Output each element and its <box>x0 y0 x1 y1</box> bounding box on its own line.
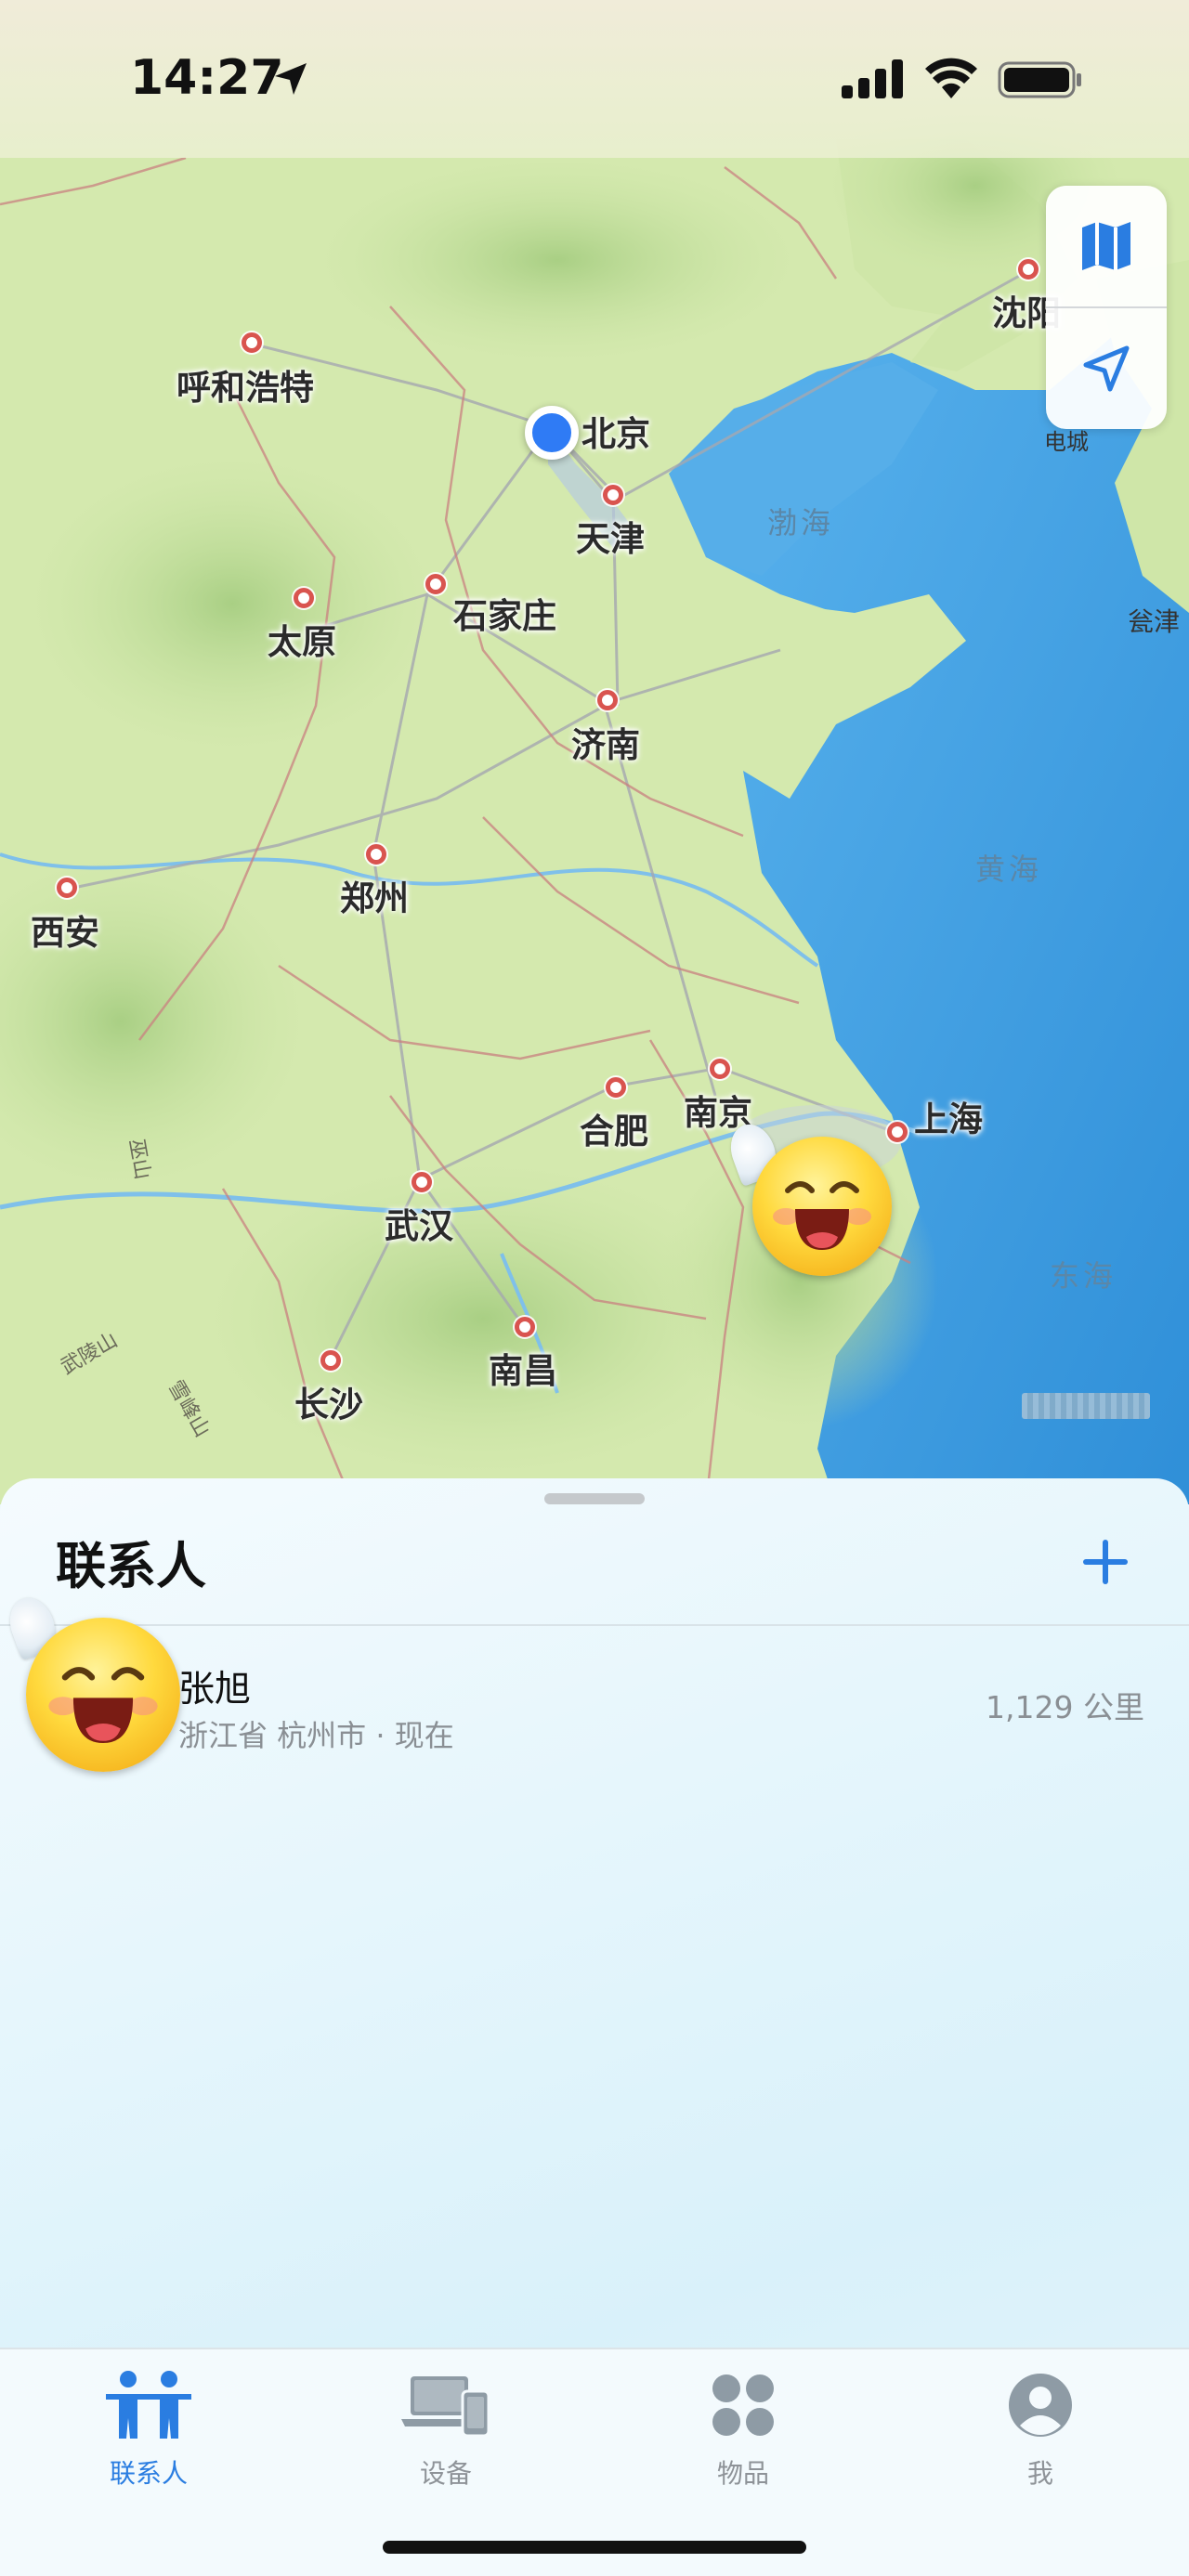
status-bar: 14:27 <box>0 0 1189 158</box>
person-location: 浙江省 杭州市 · 现在 <box>178 1718 454 1753</box>
city-marker-jinan[interactable] <box>597 690 618 710</box>
tab-label-me: 我 <box>1026 2458 1053 2489</box>
sea-label-huanghai: 黄海 <box>975 852 1043 887</box>
city-marker-changsha[interactable] <box>320 1350 341 1371</box>
tab-bar: 联系人 设备 物品 我 <box>0 2348 1189 2576</box>
city-marker-nanjing[interactable] <box>710 1059 730 1079</box>
battery-icon <box>998 61 1081 98</box>
city-marker-zhengzhou[interactable] <box>366 844 386 865</box>
city-marker-shijiazhuang[interactable] <box>425 574 446 594</box>
tab-label-devices: 设备 <box>419 2458 472 2489</box>
sheet-title: 联系人 <box>56 1537 206 1595</box>
map-attribution <box>1022 1393 1150 1419</box>
city-label-zhengzhou: 郑州 <box>340 878 409 918</box>
location-services-icon <box>275 63 307 95</box>
city-label-shanghai: 上海 <box>914 1099 983 1139</box>
city-label-shijiazhuang: 石家庄 <box>453 596 556 636</box>
city-marker-taiyuan[interactable] <box>294 588 314 608</box>
home-indicator[interactable] <box>383 2541 806 2554</box>
me-icon <box>994 2368 1087 2442</box>
friend-map-avatar[interactable] <box>723 1118 899 1281</box>
items-icon <box>697 2368 790 2442</box>
people-icon <box>102 2368 195 2442</box>
city-label-beijing: 北京 <box>581 414 650 454</box>
tab-devices[interactable]: 设备 <box>353 2368 539 2507</box>
city-marker-xian[interactable] <box>57 878 77 898</box>
tab-items[interactable]: 物品 <box>650 2368 836 2507</box>
person-row[interactable]: 张旭 浙江省 杭州市 · 现在 1,129 公里 <box>0 1592 1189 1785</box>
grinning-face-icon <box>752 1137 892 1276</box>
tab-label-items: 物品 <box>716 2458 769 2489</box>
cellular-signal-icon <box>842 59 903 98</box>
city-label-nanchang: 南昌 <box>489 1351 557 1391</box>
city-marker-wuhan[interactable] <box>412 1172 432 1192</box>
city-label-hohhot: 呼和浩特 <box>176 368 314 408</box>
sheet-grabber[interactable] <box>544 1493 645 1504</box>
status-time: 14:27 <box>130 50 284 106</box>
city-label-xian: 西安 <box>31 913 99 953</box>
tab-people[interactable]: 联系人 <box>56 2368 242 2507</box>
tab-label-people: 联系人 <box>109 2458 188 2489</box>
city-label-tianjin: 天津 <box>576 519 645 559</box>
person-name: 张旭 <box>178 1669 252 1711</box>
locate-me-button[interactable] <box>1046 308 1167 429</box>
city-marker-nanchang[interactable] <box>515 1317 535 1337</box>
map-controls <box>1046 186 1167 429</box>
grinning-face-icon <box>26 1618 180 1772</box>
city-marker-hohhot[interactable] <box>242 332 262 353</box>
map-icon <box>1082 222 1130 270</box>
add-person-button[interactable] <box>1078 1534 1133 1590</box>
sea-label-donghai: 东海 <box>1050 1258 1117 1294</box>
map-mode-button[interactable] <box>1046 186 1167 306</box>
city-label-wuhan: 武汉 <box>385 1206 453 1246</box>
city-marker-tianjin[interactable] <box>603 485 623 505</box>
tab-me[interactable]: 我 <box>947 2368 1133 2507</box>
city-label-hefei: 合肥 <box>580 1112 648 1151</box>
user-location-dot[interactable] <box>525 406 579 460</box>
wifi-icon <box>925 58 977 98</box>
plus-icon <box>1083 1540 1128 1584</box>
city-label-taiyuan: 太原 <box>268 622 336 662</box>
map-view[interactable]: 天津 北京 呼和浩特 石家庄 太原 济南 郑州 西安 合肥 南京 上海 武汉 南… <box>0 0 1189 1504</box>
city-marker-shenyang[interactable] <box>1018 259 1039 280</box>
sea-label-bohai: 渤海 <box>767 505 835 540</box>
devices-icon <box>399 2368 492 2442</box>
town-label-yingkou: 瓮津 <box>1128 606 1181 637</box>
location-arrow-icon <box>1083 345 1130 392</box>
person-distance: 1,129 公里 <box>986 1689 1144 1725</box>
city-label-jinan: 济南 <box>571 725 640 765</box>
city-marker-hefei[interactable] <box>606 1077 626 1098</box>
person-avatar <box>2 1592 182 1774</box>
city-label-changsha: 长沙 <box>294 1385 363 1425</box>
